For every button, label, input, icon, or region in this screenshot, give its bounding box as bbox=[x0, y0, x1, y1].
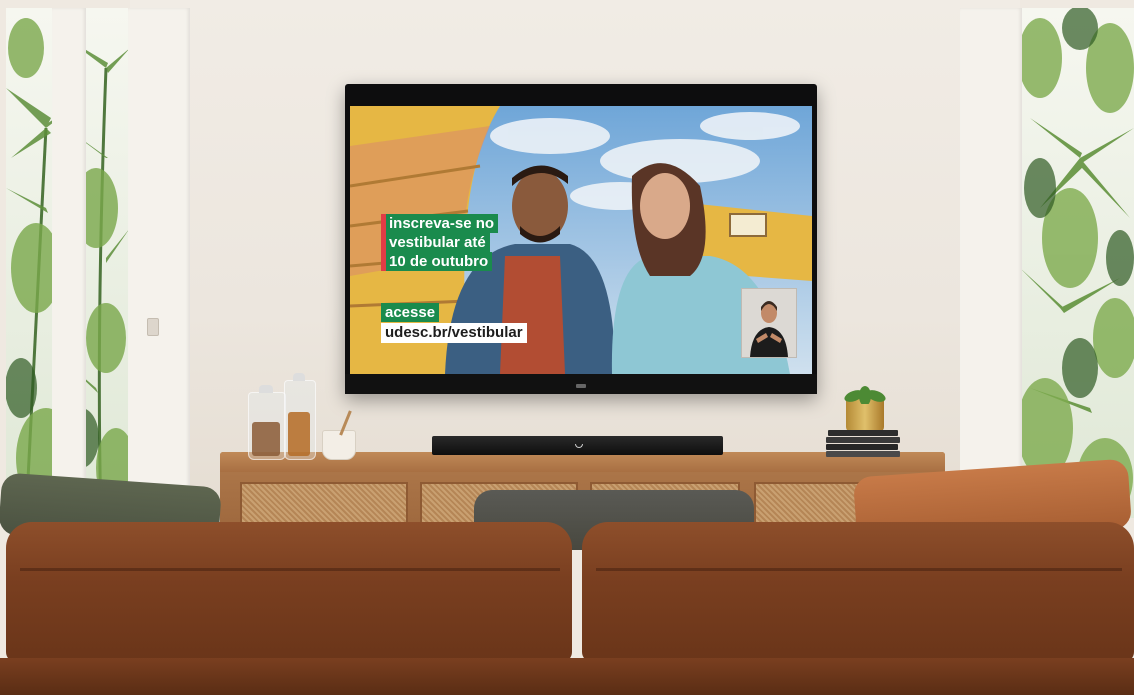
window-mullion bbox=[52, 8, 86, 488]
potted-plant bbox=[844, 386, 886, 404]
living-room-scene: inscreva-se no vestibular até 10 de outu… bbox=[0, 0, 1134, 695]
television: inscreva-se no vestibular até 10 de outu… bbox=[345, 84, 817, 394]
sofa-back-cushion-right bbox=[582, 522, 1134, 662]
sofa-base bbox=[0, 658, 1134, 695]
glass-jar-nuts bbox=[248, 385, 286, 460]
caption-accent-bar bbox=[381, 214, 386, 271]
book bbox=[826, 444, 898, 450]
sign-language-interpreter bbox=[741, 288, 797, 358]
soundbar bbox=[432, 436, 723, 455]
glass-jar-tea bbox=[284, 373, 316, 460]
broadcast-cta: acesse udesc.br/vestibular bbox=[381, 303, 527, 343]
book bbox=[826, 451, 900, 457]
tv-bezel-bottom bbox=[345, 374, 817, 394]
stacked-books bbox=[826, 430, 900, 458]
cta-label: acesse bbox=[381, 303, 440, 322]
cushion-seam-left bbox=[20, 568, 560, 571]
leather-sofa bbox=[0, 458, 1134, 695]
interpreter-figure bbox=[750, 301, 788, 357]
broadcast-caption: inscreva-se no vestibular até 10 de outu… bbox=[381, 214, 499, 271]
tv-logo bbox=[576, 384, 586, 388]
window-frame-right bbox=[960, 8, 1022, 523]
cushion-seam-right bbox=[596, 568, 1122, 571]
window-frame-left bbox=[128, 8, 190, 523]
book bbox=[826, 437, 900, 443]
soundbar-indicator bbox=[574, 444, 583, 448]
tv-screen: inscreva-se no vestibular até 10 de outu… bbox=[350, 106, 812, 374]
caption-line-3: 10 de outubro bbox=[381, 252, 493, 271]
light-switch bbox=[147, 318, 159, 336]
cta-url: udesc.br/vestibular bbox=[381, 323, 527, 343]
caption-line-1: inscreva-se no bbox=[381, 214, 499, 233]
right-window bbox=[1020, 8, 1134, 518]
caption-line-2: vestibular até bbox=[381, 233, 490, 252]
right-palm-foliage bbox=[1020, 8, 1134, 518]
sofa-back-cushion-left bbox=[6, 522, 572, 662]
book bbox=[828, 430, 898, 436]
